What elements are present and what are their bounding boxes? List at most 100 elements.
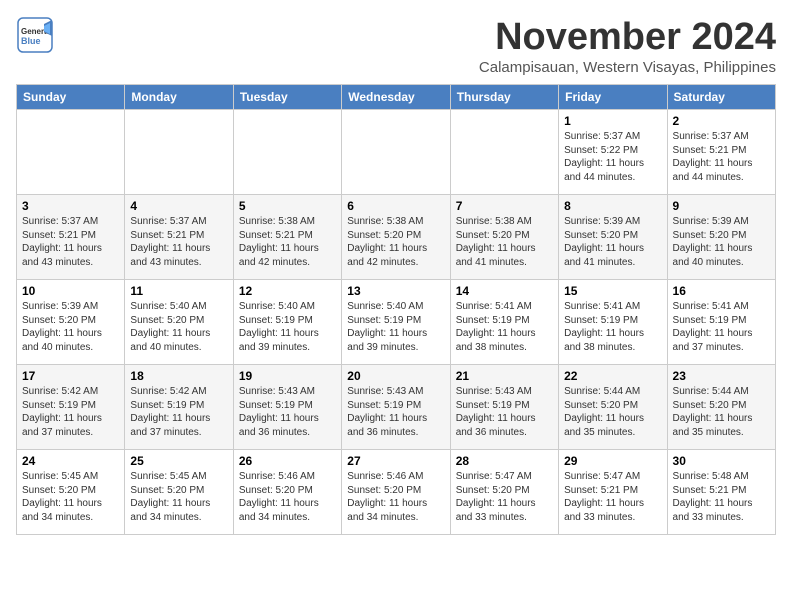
- day-number: 17: [22, 369, 119, 383]
- calendar-cell: 25 Sunrise: 5:45 AM Sunset: 5:20 PM Dayli…: [125, 450, 233, 535]
- calendar-cell: 14 Sunrise: 5:41 AM Sunset: 5:19 PM Dayli…: [450, 280, 558, 365]
- day-header-tuesday: Tuesday: [233, 85, 341, 110]
- day-number: 8: [564, 199, 661, 213]
- day-number: 13: [347, 284, 444, 298]
- day-info: Sunrise: 5:43 AM Sunset: 5:19 PM Dayligh…: [456, 385, 553, 439]
- day-header-thursday: Thursday: [450, 85, 558, 110]
- day-info: Sunrise: 5:44 AM Sunset: 5:20 PM Dayligh…: [564, 385, 661, 439]
- month-title: November 2024: [479, 16, 776, 59]
- day-info: Sunrise: 5:37 AM Sunset: 5:22 PM Dayligh…: [564, 130, 661, 184]
- day-header-wednesday: Wednesday: [342, 85, 450, 110]
- day-header-friday: Friday: [559, 85, 667, 110]
- day-info: Sunrise: 5:46 AM Sunset: 5:20 PM Dayligh…: [239, 470, 336, 524]
- day-number: 23: [673, 369, 770, 383]
- calendar-cell: 2Sunrise: 5:37 AM Sunset: 5:21 PM Daylig…: [667, 110, 775, 195]
- calendar-cell: 11 Sunrise: 5:40 AM Sunset: 5:20 PM Dayli…: [125, 280, 233, 365]
- day-info: Sunrise: 5:38 AM Sunset: 5:20 PM Dayligh…: [347, 215, 444, 269]
- calendar-cell: 12 Sunrise: 5:40 AM Sunset: 5:19 PM Dayli…: [233, 280, 341, 365]
- day-number: 10: [22, 284, 119, 298]
- calendar-cell: 24 Sunrise: 5:45 AM Sunset: 5:20 PM Dayli…: [17, 450, 125, 535]
- calendar-cell: 17 Sunrise: 5:42 AM Sunset: 5:19 PM Dayli…: [17, 365, 125, 450]
- day-number: 18: [130, 369, 227, 383]
- day-header-saturday: Saturday: [667, 85, 775, 110]
- day-info: Sunrise: 5:43 AM Sunset: 5:19 PM Dayligh…: [239, 385, 336, 439]
- day-number: 3: [22, 199, 119, 213]
- calendar-cell: 22 Sunrise: 5:44 AM Sunset: 5:20 PM Dayli…: [559, 365, 667, 450]
- day-number: 24: [22, 454, 119, 468]
- day-info: Sunrise: 5:45 AM Sunset: 5:20 PM Dayligh…: [22, 470, 119, 524]
- day-info: Sunrise: 5:40 AM Sunset: 5:20 PM Dayligh…: [130, 300, 227, 354]
- day-header-monday: Monday: [125, 85, 233, 110]
- day-number: 27: [347, 454, 444, 468]
- calendar-cell: 9 Sunrise: 5:39 AM Sunset: 5:20 PM Daylig…: [667, 195, 775, 280]
- day-number: 1: [564, 114, 661, 128]
- calendar-cell: [233, 110, 341, 195]
- calendar-cell: 13 Sunrise: 5:40 AM Sunset: 5:19 PM Dayli…: [342, 280, 450, 365]
- location-title: Calampisauan, Western Visayas, Philippin…: [479, 59, 776, 76]
- day-number: 6: [347, 199, 444, 213]
- calendar-cell: 29 Sunrise: 5:47 AM Sunset: 5:21 PM Dayli…: [559, 450, 667, 535]
- day-number: 14: [456, 284, 553, 298]
- calendar-cell: 10 Sunrise: 5:39 AM Sunset: 5:20 PM Dayli…: [17, 280, 125, 365]
- day-info: Sunrise: 5:47 AM Sunset: 5:20 PM Dayligh…: [456, 470, 553, 524]
- calendar-cell: 26 Sunrise: 5:46 AM Sunset: 5:20 PM Dayli…: [233, 450, 341, 535]
- calendar-cell: 16 Sunrise: 5:41 AM Sunset: 5:19 PM Dayli…: [667, 280, 775, 365]
- day-number: 12: [239, 284, 336, 298]
- day-number: 29: [564, 454, 661, 468]
- day-info: Sunrise: 5:40 AM Sunset: 5:19 PM Dayligh…: [239, 300, 336, 354]
- day-info: Sunrise: 5:45 AM Sunset: 5:20 PM Dayligh…: [130, 470, 227, 524]
- day-number: 2: [673, 114, 770, 128]
- day-info: Sunrise: 5:42 AM Sunset: 5:19 PM Dayligh…: [22, 385, 119, 439]
- calendar-cell: [125, 110, 233, 195]
- day-number: 22: [564, 369, 661, 383]
- day-header-sunday: Sunday: [17, 85, 125, 110]
- calendar-cell: 27 Sunrise: 5:46 AM Sunset: 5:20 PM Dayli…: [342, 450, 450, 535]
- day-number: 5: [239, 199, 336, 213]
- day-number: 20: [347, 369, 444, 383]
- day-info: Sunrise: 5:46 AM Sunset: 5:20 PM Dayligh…: [347, 470, 444, 524]
- day-info: Sunrise: 5:39 AM Sunset: 5:20 PM Dayligh…: [22, 300, 119, 354]
- day-info: Sunrise: 5:37 AM Sunset: 5:21 PM Dayligh…: [22, 215, 119, 269]
- page-header: General Blue November 2024 Calampisauan,…: [16, 16, 776, 76]
- day-info: Sunrise: 5:37 AM Sunset: 5:21 PM Dayligh…: [130, 215, 227, 269]
- logo: General Blue: [16, 16, 54, 59]
- day-number: 15: [564, 284, 661, 298]
- day-number: 26: [239, 454, 336, 468]
- day-info: Sunrise: 5:44 AM Sunset: 5:20 PM Dayligh…: [673, 385, 770, 439]
- calendar-cell: 6 Sunrise: 5:38 AM Sunset: 5:20 PM Daylig…: [342, 195, 450, 280]
- calendar-cell: 19 Sunrise: 5:43 AM Sunset: 5:19 PM Dayli…: [233, 365, 341, 450]
- day-info: Sunrise: 5:40 AM Sunset: 5:19 PM Dayligh…: [347, 300, 444, 354]
- day-info: Sunrise: 5:47 AM Sunset: 5:21 PM Dayligh…: [564, 470, 661, 524]
- title-block: November 2024 Calampisauan, Western Visa…: [479, 16, 776, 76]
- day-info: Sunrise: 5:39 AM Sunset: 5:20 PM Dayligh…: [673, 215, 770, 269]
- svg-text:Blue: Blue: [21, 36, 41, 46]
- day-info: Sunrise: 5:43 AM Sunset: 5:19 PM Dayligh…: [347, 385, 444, 439]
- calendar-cell: 20 Sunrise: 5:43 AM Sunset: 5:19 PM Dayli…: [342, 365, 450, 450]
- day-info: Sunrise: 5:42 AM Sunset: 5:19 PM Dayligh…: [130, 385, 227, 439]
- calendar-cell: 15 Sunrise: 5:41 AM Sunset: 5:19 PM Dayli…: [559, 280, 667, 365]
- day-info: Sunrise: 5:41 AM Sunset: 5:19 PM Dayligh…: [564, 300, 661, 354]
- calendar-cell: [450, 110, 558, 195]
- day-info: Sunrise: 5:48 AM Sunset: 5:21 PM Dayligh…: [673, 470, 770, 524]
- calendar-table: SundayMondayTuesdayWednesdayThursdayFrid…: [16, 84, 776, 535]
- day-number: 16: [673, 284, 770, 298]
- day-number: 19: [239, 369, 336, 383]
- calendar-cell: 5 Sunrise: 5:38 AM Sunset: 5:21 PM Daylig…: [233, 195, 341, 280]
- day-info: Sunrise: 5:39 AM Sunset: 5:20 PM Dayligh…: [564, 215, 661, 269]
- calendar-cell: [342, 110, 450, 195]
- day-number: 9: [673, 199, 770, 213]
- day-number: 30: [673, 454, 770, 468]
- calendar-cell: 21Sunrise: 5:43 AM Sunset: 5:19 PM Dayli…: [450, 365, 558, 450]
- day-number: 11: [130, 284, 227, 298]
- day-number: 4: [130, 199, 227, 213]
- day-number: 25: [130, 454, 227, 468]
- logo-icon: General Blue: [16, 16, 54, 59]
- calendar-cell: 7Sunrise: 5:38 AM Sunset: 5:20 PM Daylig…: [450, 195, 558, 280]
- day-info: Sunrise: 5:38 AM Sunset: 5:21 PM Dayligh…: [239, 215, 336, 269]
- calendar-cell: [17, 110, 125, 195]
- calendar-cell: 28Sunrise: 5:47 AM Sunset: 5:20 PM Dayli…: [450, 450, 558, 535]
- day-info: Sunrise: 5:41 AM Sunset: 5:19 PM Dayligh…: [673, 300, 770, 354]
- calendar-cell: 18 Sunrise: 5:42 AM Sunset: 5:19 PM Dayli…: [125, 365, 233, 450]
- day-info: Sunrise: 5:41 AM Sunset: 5:19 PM Dayligh…: [456, 300, 553, 354]
- calendar-cell: 1 Sunrise: 5:37 AM Sunset: 5:22 PM Daylig…: [559, 110, 667, 195]
